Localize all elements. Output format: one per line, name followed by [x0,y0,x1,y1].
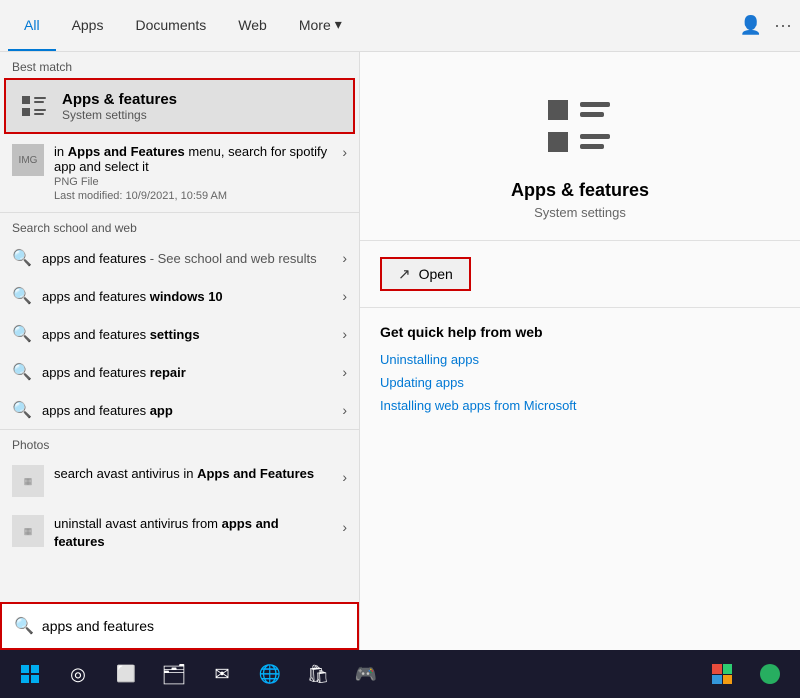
search-bar: 🔍 [0,602,359,650]
help-link-3[interactable]: Installing web apps from Microsoft [380,398,780,413]
best-match-subtitle: System settings [62,108,177,122]
right-app-title: Apps & features [511,180,649,201]
arrow-icon-5: › [342,402,347,418]
tab-more[interactable]: More ▾ [283,0,358,51]
open-section: ↗ Open [360,241,800,308]
best-match-item[interactable]: Apps & features System settings [4,78,355,134]
edge-button[interactable]: 🌐 [248,652,292,696]
file-result-arrow: › [342,144,347,160]
main-content: Best match Apps & features System settin… [0,52,800,650]
search-row-1[interactable]: 🔍 apps and features - See school and web… [0,239,359,277]
colorful-grid-icon [712,664,732,684]
tab-bar: All Apps Documents Web More ▾ 👤 ··· [0,0,800,52]
store-icon: 🛍 [307,664,330,685]
search-icon-5: 🔍 [12,400,32,420]
best-match-header: Best match [0,52,359,78]
search-icon-3: 🔍 [12,324,32,344]
photos-row-text-2: uninstall avast antivirus from apps and … [54,515,332,551]
search-row-2[interactable]: 🔍 apps and features windows 10 › [0,277,359,315]
search-circle-icon: ◎ [70,664,86,685]
xbox-icon: 🎮 [355,664,377,685]
photos-row-2[interactable]: ▦ uninstall avast antivirus from apps an… [0,506,359,560]
tab-bar-icons: 👤 ··· [740,15,792,36]
search-row-5[interactable]: 🔍 apps and features app › [0,391,359,429]
profile-button[interactable] [748,652,792,696]
mail-icon: ✉ [214,664,229,685]
search-row-text-4: apps and features repair [42,365,332,380]
right-panel: Apps & features System settings ↗ Open G… [360,52,800,650]
file-explorer-button[interactable]: 🗂 [152,652,196,696]
arrow-icon-1: › [342,250,347,266]
tab-documents[interactable]: Documents [119,0,222,51]
file-thumbnail: IMG [12,144,44,176]
search-row-text-3: apps and features settings [42,327,332,342]
arrow-icon-3: › [342,326,347,342]
photos-thumb-1: ▦ [12,465,44,497]
chevron-down-icon: ▾ [335,16,342,33]
right-app-info: Apps & features System settings [360,52,800,241]
folder-icon: 🗂 [161,662,186,687]
file-result-type: PNG File [54,176,332,188]
xbox-button[interactable]: 🎮 [344,652,388,696]
tab-web[interactable]: Web [222,0,283,51]
start-button[interactable] [8,652,52,696]
file-result-title: in Apps and Features menu, search for sp… [54,144,332,174]
search-taskbar-button[interactable]: ◎ [56,652,100,696]
open-button[interactable]: ↗ Open [380,257,471,291]
search-bar-icon: 🔍 [14,616,34,636]
help-section: Get quick help from web Uninstalling app… [360,308,800,437]
photos-row-text-1: search avast antivirus in Apps and Featu… [54,465,332,483]
photos-arrow-1: › [342,465,347,485]
right-app-subtitle: System settings [534,205,626,220]
help-link-2[interactable]: Updating apps [380,375,780,390]
file-result-text: in Apps and Features menu, search for sp… [54,144,332,202]
edge-icon: 🌐 [259,664,281,685]
best-match-text: Apps & features System settings [62,91,177,122]
help-title: Get quick help from web [380,324,780,340]
search-row-4[interactable]: 🔍 apps and features repair › [0,353,359,391]
task-view-button[interactable]: ⬜ [104,652,148,696]
taskbar: ◎ ⬜ 🗂 ✉ 🌐 🛍 🎮 [0,650,800,698]
apps-features-icon [18,90,50,122]
open-label: Open [419,266,453,282]
file-result-item[interactable]: IMG in Apps and Features menu, search fo… [0,134,359,212]
apps-features-svg [20,92,48,120]
arrow-icon-4: › [342,364,347,380]
right-app-icon [544,92,616,164]
store-button[interactable]: 🛍 [296,652,340,696]
tab-apps[interactable]: Apps [56,0,120,51]
search-row-3[interactable]: 🔍 apps and features settings › [0,315,359,353]
task-view-icon: ⬜ [116,664,136,684]
search-row-text-2: apps and features windows 10 [42,289,332,304]
user-icon[interactable]: 👤 [740,15,762,36]
windows-logo [21,665,39,683]
colorful-app-button[interactable] [700,652,744,696]
search-icon-1: 🔍 [12,248,32,268]
right-apps-svg [544,92,616,164]
left-panel: Best match Apps & features System settin… [0,52,360,650]
file-result-date: Last modified: 10/9/2021, 10:59 AM [54,190,332,202]
mail-button[interactable]: ✉ [200,652,244,696]
profile-icon [760,664,780,684]
school-header: Search school and web [0,213,359,239]
photos-thumb-2: ▦ [12,515,44,547]
tab-all[interactable]: All [8,0,56,51]
search-row-text-5: apps and features app [42,403,332,418]
photos-arrow-2: › [342,515,347,535]
search-icon-2: 🔍 [12,286,32,306]
photos-row-1[interactable]: ▦ search avast antivirus in Apps and Fea… [0,456,359,506]
photos-header: Photos [0,430,359,456]
help-link-1[interactable]: Uninstalling apps [380,352,780,367]
best-match-title: Apps & features [62,91,177,108]
search-icon-4: 🔍 [12,362,32,382]
more-icon[interactable]: ··· [774,15,792,36]
search-input[interactable] [42,618,345,634]
arrow-icon-2: › [342,288,347,304]
open-icon: ↗ [398,265,411,283]
search-row-text-1: apps and features - See school and web r… [42,251,332,266]
